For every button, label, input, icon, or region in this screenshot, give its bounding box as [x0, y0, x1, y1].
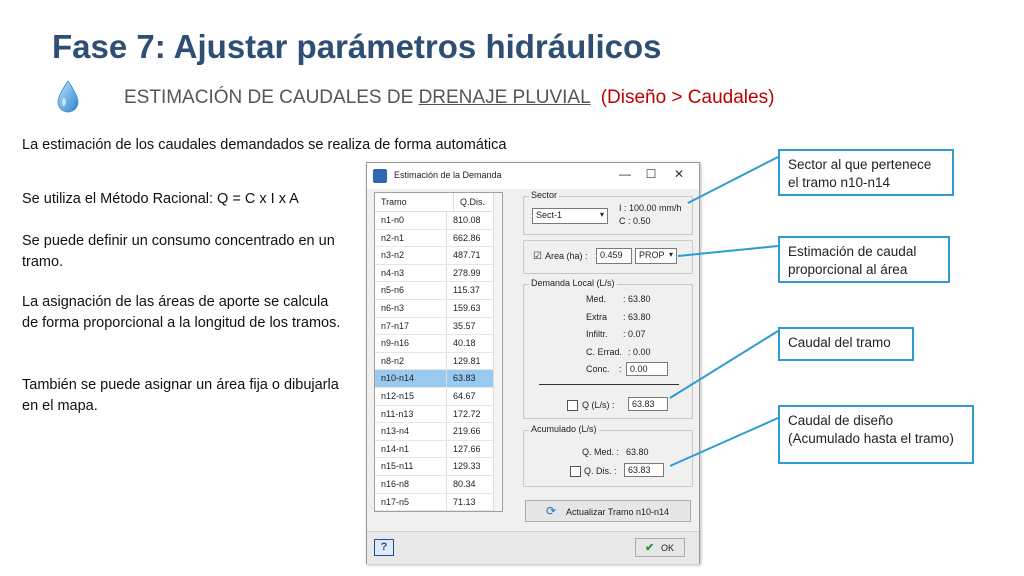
- connector-sector: [687, 156, 779, 204]
- callout-connectors: [669, 156, 779, 467]
- connector-diseno: [669, 417, 779, 467]
- connector-area: [677, 245, 779, 257]
- callout-area: Estimación de caudal proporcional al áre…: [778, 236, 950, 283]
- callout-sector: Sector al que pertenece el tramo n10-n14: [778, 149, 954, 196]
- connector-caudal: [669, 330, 779, 399]
- callout-caudal: Caudal del tramo: [778, 327, 914, 361]
- callout-diseno: Caudal de diseño (Acumulado hasta el tra…: [778, 405, 974, 464]
